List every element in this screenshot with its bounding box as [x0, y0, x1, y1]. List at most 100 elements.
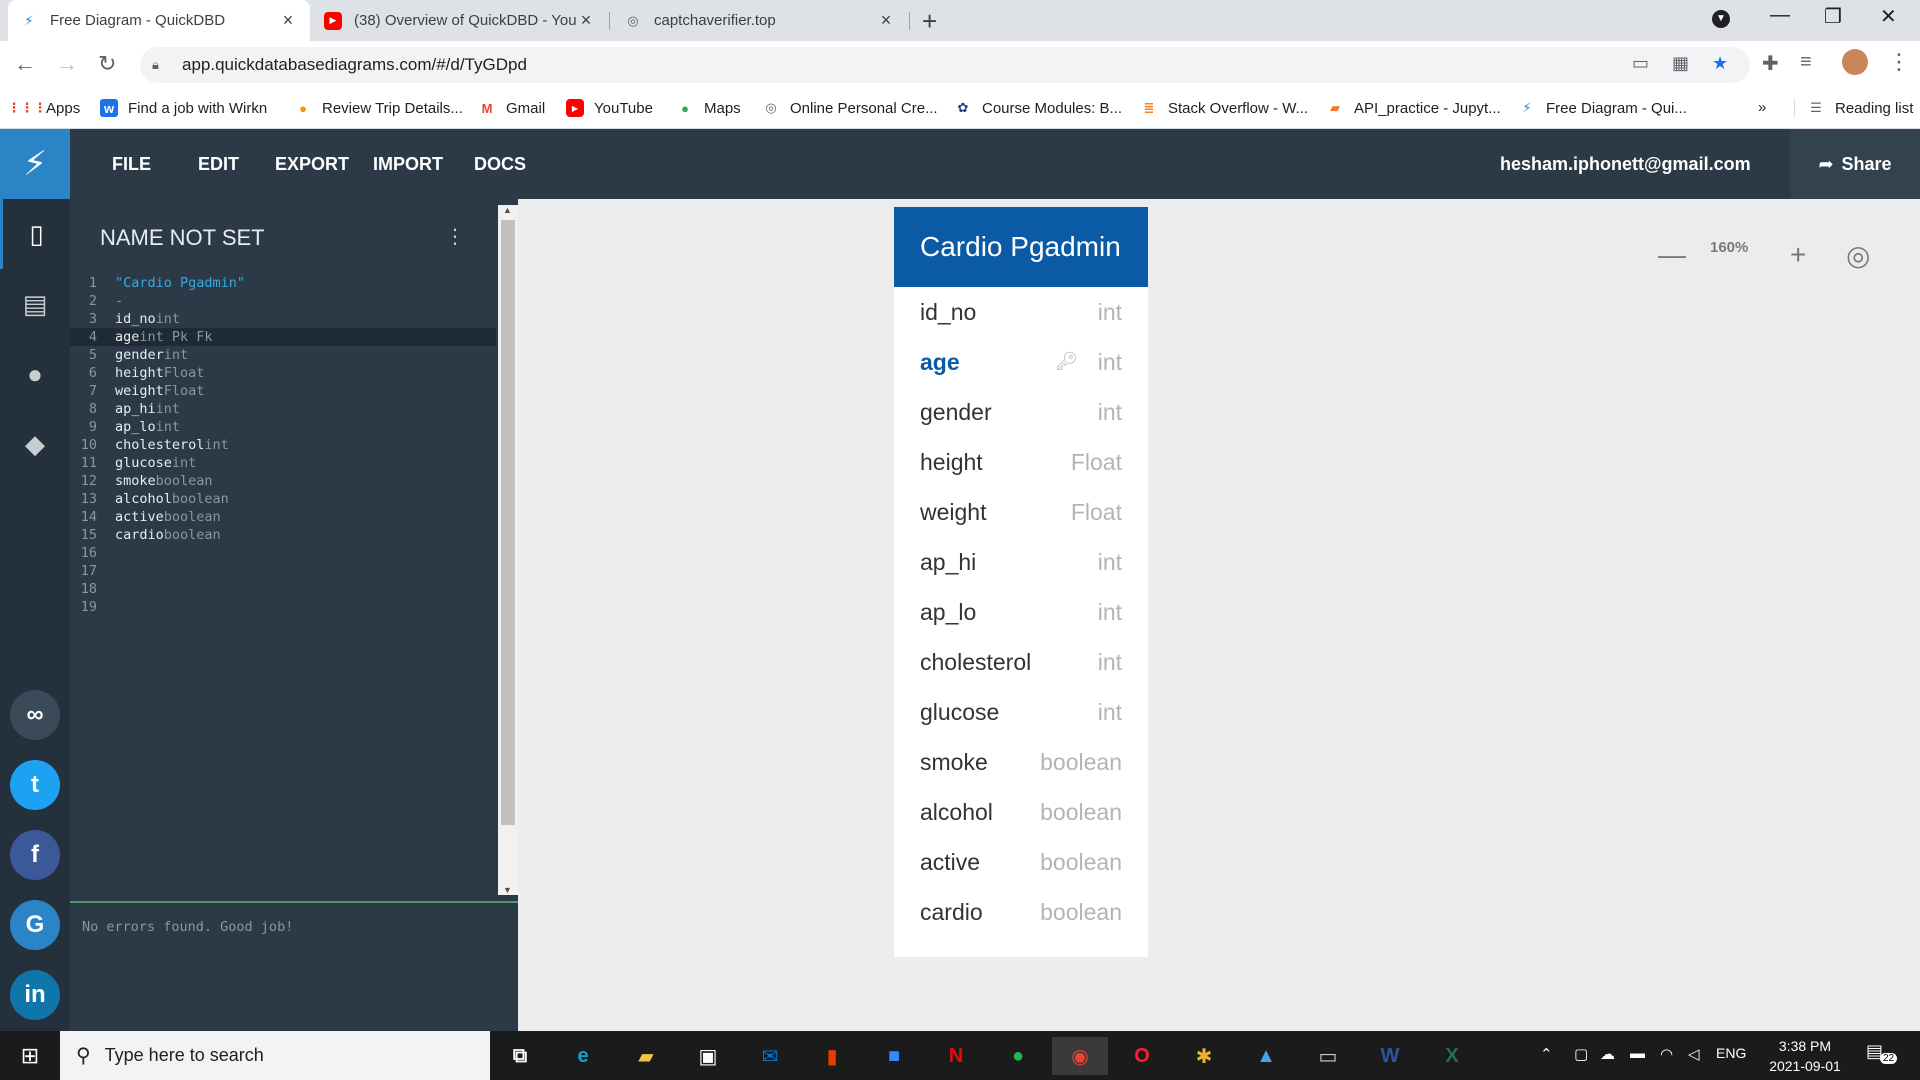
code-line[interactable]: 9 ap_lo int — [70, 418, 496, 436]
bookmark-apps[interactable]: ⋮⋮⋮ Apps — [8, 99, 81, 117]
bookmark-online-personal[interactable]: ◎ Online Personal Cre... — [762, 99, 937, 117]
bookmark-stack-overflow[interactable]: ≣ Stack Overflow - W... — [1140, 99, 1308, 117]
table-field-row[interactable]: smoke boolean — [894, 737, 1148, 787]
bookmark-jupyter[interactable]: ▰ API_practice - Jupyt... — [1326, 99, 1501, 117]
zoom-in-icon[interactable]: + — [1790, 239, 1806, 271]
twitter-icon[interactable]: t — [10, 760, 60, 810]
code-line[interactable]: 12 smoke boolean — [70, 472, 496, 490]
chat-icon[interactable]: ◆ — [0, 409, 70, 479]
code-line[interactable]: 2- — [70, 292, 496, 310]
code-line[interactable]: 19 — [70, 598, 496, 616]
bookmark-maps[interactable]: ● Maps — [676, 99, 741, 117]
store-icon[interactable]: ▣ — [680, 1037, 736, 1075]
code-line[interactable]: 6 height Float — [70, 364, 496, 382]
reading-list-button[interactable]: ☰ Reading list — [1794, 99, 1913, 117]
facebook-icon[interactable]: f — [10, 830, 60, 880]
table-field-row[interactable]: ap_lo int — [894, 587, 1148, 637]
bookmark-quickdbd[interactable]: ⚡ Free Diagram - Qui... — [1518, 99, 1686, 117]
url-text[interactable]: app.quickdatabasediagrams.com/#/d/TyGDpd — [182, 55, 527, 75]
close-tab-icon[interactable]: × — [576, 10, 596, 31]
bookmarks-overflow-button[interactable]: » — [1758, 99, 1766, 116]
table-field-row[interactable]: gender int — [894, 387, 1148, 437]
table-field-row[interactable]: ap_hi int — [894, 537, 1148, 587]
bookmark-course-modules[interactable]: ✿ Course Modules: B... — [954, 99, 1123, 117]
table-field-row[interactable]: weight Float — [894, 487, 1148, 537]
center-view-target-icon[interactable]: ◎ — [1846, 239, 1870, 272]
zoom-out-icon[interactable]: — — [1658, 239, 1686, 271]
close-window-icon[interactable]: ✕ — [1880, 4, 1897, 29]
language-indicator[interactable]: ENG — [1716, 1045, 1746, 1061]
bookmark-wirkn[interactable]: w Find a job with Wirkn — [100, 99, 267, 117]
folders-icon[interactable]: ▤ — [0, 269, 70, 339]
slack-icon[interactable]: ✱ — [1176, 1037, 1232, 1075]
taskbar-search-box[interactable]: ⚲ Type here to search — [60, 1031, 490, 1080]
bookmark-trip[interactable]: ● Review Trip Details... — [294, 99, 463, 117]
table-field-row[interactable]: age 🔑︎ int — [894, 337, 1148, 387]
table-field-row[interactable]: glucose int — [894, 687, 1148, 737]
wifi-icon[interactable]: ◠ — [1660, 1045, 1673, 1063]
link-icon[interactable]: ∞ — [10, 690, 60, 740]
code-line[interactable]: 8 ap_hi int — [70, 400, 496, 418]
reload-icon[interactable]: ↻ — [98, 51, 116, 77]
scrollbar-thumb[interactable] — [501, 220, 515, 825]
chrome-menu-icon[interactable]: ⋮ — [1888, 49, 1910, 75]
code-line[interactable]: 11 glucose int — [70, 454, 496, 472]
code-line[interactable]: 10 cholesterol int — [70, 436, 496, 454]
user-email[interactable]: hesham.iphonett@gmail.com — [1500, 154, 1751, 175]
code-lines[interactable]: 1 "Cardio Pgadmin" 2-3 id_no int 4 age int Pk… — [70, 274, 496, 616]
code-line[interactable]: 5 gender int — [70, 346, 496, 364]
share-button[interactable]: ➦ Share — [1790, 129, 1920, 199]
menu-docs[interactable]: DOCS — [474, 154, 526, 175]
address-bar[interactable]: 🔒︎ app.quickdatabasediagrams.com/#/d/TyG… — [140, 47, 1750, 83]
tab-quickdbd[interactable]: ⚡ Free Diagram - QuickDBD × — [8, 0, 310, 41]
table-field-row[interactable]: cholesterol int — [894, 637, 1148, 687]
photos-icon[interactable]: ▲ — [1238, 1037, 1294, 1075]
table-header[interactable]: Cardio Pgadmin — [894, 207, 1148, 287]
cast-icon[interactable]: ▭ — [1632, 53, 1649, 74]
table-cardio-pgadmin[interactable]: Cardio Pgadmin id_no int age 🔑︎ int gender int… — [894, 207, 1148, 957]
file-explorer-icon[interactable]: ▰ — [618, 1037, 674, 1075]
profile-avatar[interactable] — [1842, 49, 1868, 75]
tab-search-icon[interactable]: ▼ — [1712, 10, 1730, 28]
office-icon[interactable]: ▮ — [804, 1037, 860, 1075]
code-line[interactable]: 7 weight Float — [70, 382, 496, 400]
excel-icon[interactable]: X — [1424, 1037, 1480, 1075]
menu-import[interactable]: IMPORT — [373, 154, 443, 175]
spotify-icon[interactable]: ● — [990, 1037, 1046, 1075]
bookmark-youtube[interactable]: ▶ YouTube — [566, 99, 653, 117]
table-field-row[interactable]: cardio boolean — [894, 887, 1148, 937]
word-icon[interactable]: W — [1362, 1037, 1418, 1075]
back-arrow-icon[interactable]: ← — [14, 51, 36, 77]
code-line[interactable]: 17 — [70, 562, 496, 580]
code-line[interactable]: 4 age int Pk Fk — [70, 328, 496, 346]
code-line[interactable]: 3 id_no int — [70, 310, 496, 328]
media-control-icon[interactable]: ≡ — [1800, 51, 1812, 74]
linkedin-icon[interactable]: in — [10, 970, 60, 1020]
mail-icon[interactable]: ✉ — [742, 1037, 798, 1075]
editor-scrollbar[interactable]: ▲ ▼ — [498, 205, 518, 895]
table-field-row[interactable]: id_no int — [894, 287, 1148, 337]
diagram-canvas[interactable]: — 160% + ◎ Cardio Pgadmin id_no int age 🔑︎ i… — [518, 199, 1920, 1031]
menu-edit[interactable]: EDIT — [198, 154, 239, 175]
document-title[interactable]: NAME NOT SET — [100, 225, 265, 251]
google-icon[interactable]: G — [10, 900, 60, 950]
qr-code-icon[interactable]: ▦ — [1672, 53, 1689, 74]
tab-captcha[interactable]: ◎ captchaverifier.top × — [612, 0, 908, 41]
table-field-row[interactable]: alcohol boolean — [894, 787, 1148, 837]
editor-kebab-menu-icon[interactable]: ⋮ — [445, 224, 465, 249]
scroll-up-icon[interactable]: ▲ — [503, 205, 512, 215]
edge-icon[interactable]: e — [555, 1037, 611, 1075]
code-line[interactable]: 15 cardio boolean — [70, 526, 496, 544]
account-icon[interactable]: ● — [0, 339, 70, 409]
notification-center-icon[interactable]: ▤ 22 — [1866, 1041, 1898, 1069]
bookmark-gmail[interactable]: M Gmail — [478, 99, 546, 117]
close-tab-icon[interactable]: × — [278, 10, 298, 31]
zoom-app-icon[interactable]: ■ — [866, 1037, 922, 1075]
windows-start-icon[interactable]: ⊞ — [0, 1031, 60, 1080]
table-field-row[interactable]: height Float — [894, 437, 1148, 487]
battery-icon[interactable]: ▬ — [1630, 1045, 1645, 1062]
code-line[interactable]: 13 alcohol boolean — [70, 490, 496, 508]
system-clock[interactable]: 3:38 PM 2021-09-01 — [1760, 1036, 1850, 1076]
bookmark-star-icon[interactable]: ★ — [1712, 53, 1728, 74]
tray-chevron-icon[interactable]: ⌃ — [1540, 1045, 1553, 1063]
